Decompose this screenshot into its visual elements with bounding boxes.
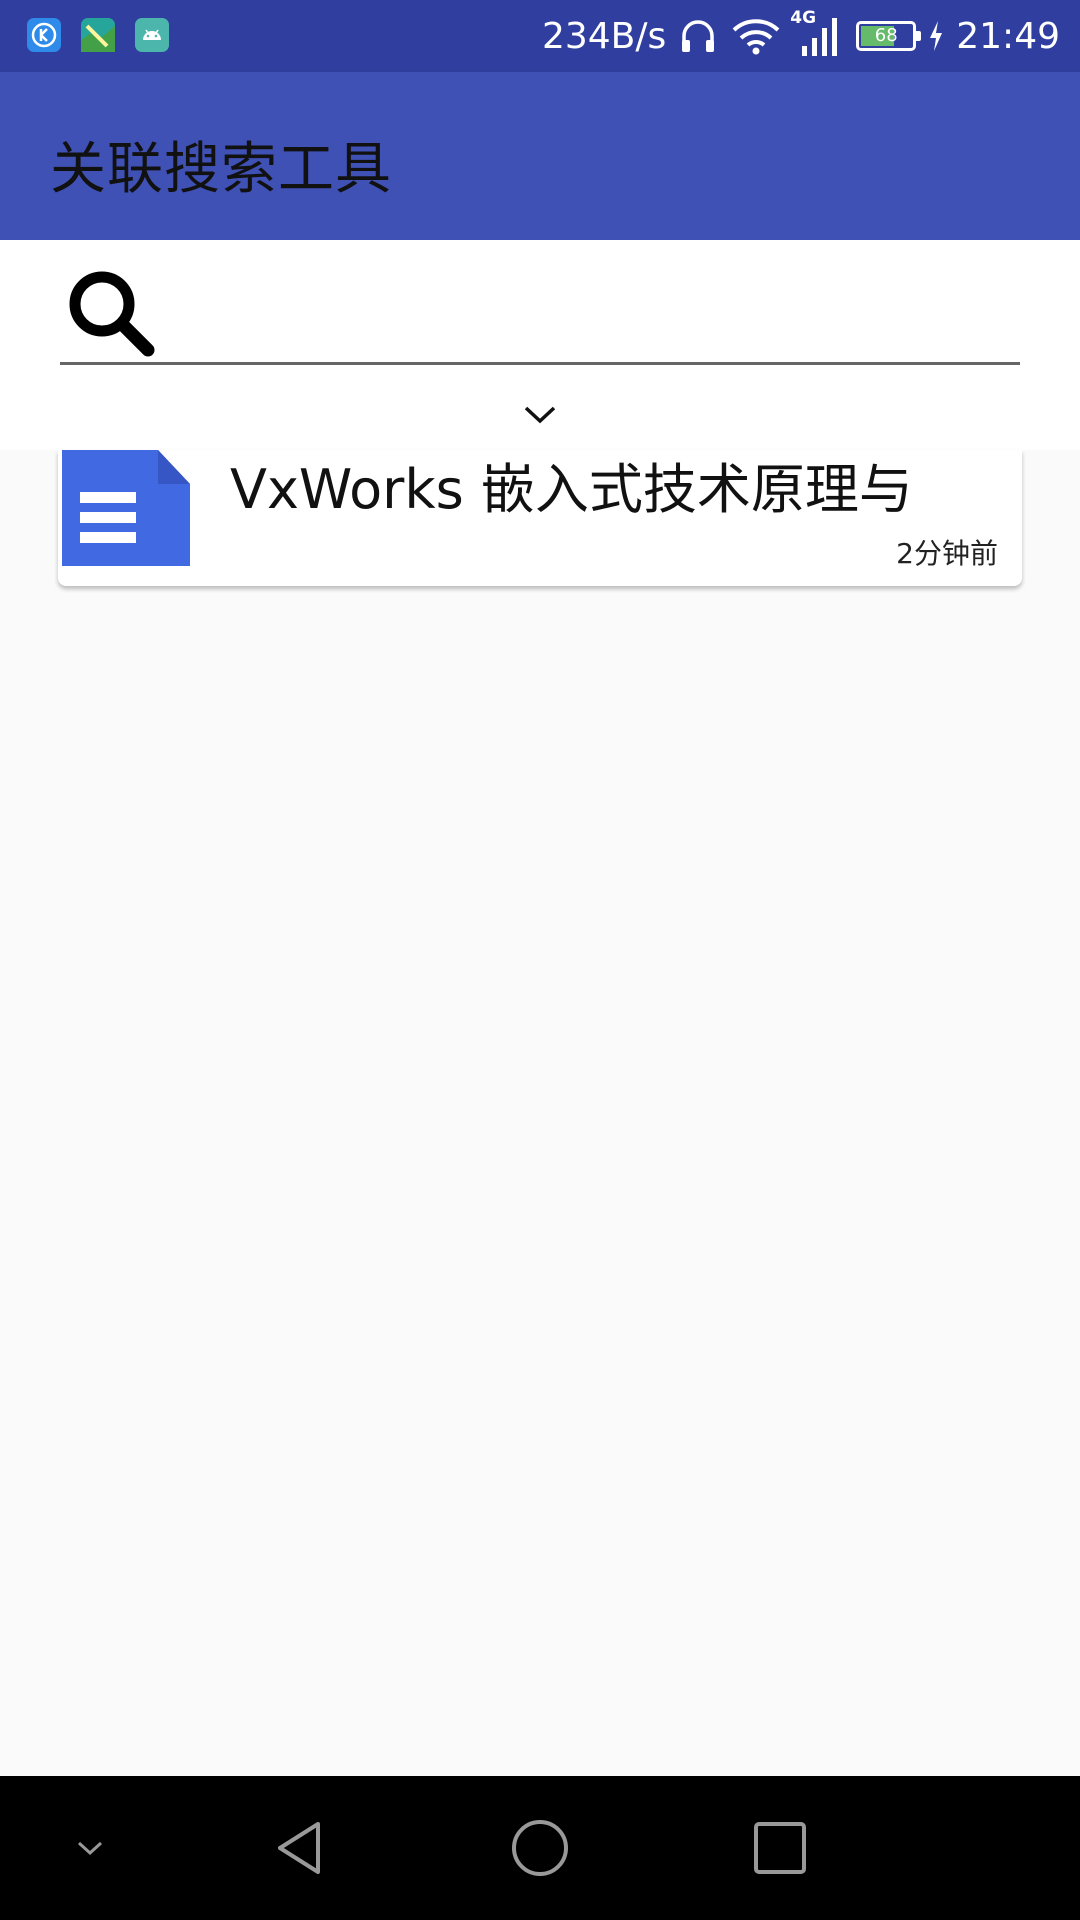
home-circle-icon: [512, 1820, 568, 1876]
search-underline: [60, 362, 1020, 365]
charging-icon: [930, 21, 943, 51]
kugou-app-icon: [27, 18, 61, 52]
battery-level-text: 68: [874, 25, 898, 46]
signal-group: 4G: [790, 8, 844, 58]
app-bar: 关联搜索工具: [0, 72, 1080, 240]
page-title: 关联搜索工具: [50, 137, 392, 202]
recents-square-icon: [754, 1822, 806, 1874]
back-button[interactable]: [250, 1776, 350, 1920]
signal-icon: [802, 18, 838, 56]
chevron-down-icon[interactable]: [522, 402, 558, 426]
wifi-icon: [732, 19, 780, 55]
back-triangle-icon: [278, 1822, 320, 1874]
android-app-icon: [135, 18, 169, 52]
home-button[interactable]: [490, 1776, 590, 1920]
chevron-down-icon: [77, 1841, 103, 1856]
hide-nav-button[interactable]: [50, 1776, 130, 1920]
document-icon: [62, 450, 190, 566]
status-bar: 234B/s 4G 68 21:49: [0, 0, 1080, 72]
maps-app-icon: [81, 18, 115, 52]
headphones-icon: [682, 20, 715, 52]
result-card[interactable]: VxWorks 嵌入式技术原理与 2分钟前: [58, 450, 1022, 586]
result-timestamp: 2分钟前: [896, 537, 998, 570]
clock-text: 21:49: [956, 15, 1060, 57]
search-input[interactable]: [160, 268, 1014, 350]
recents-button[interactable]: [730, 1776, 830, 1920]
navigation-bar: [0, 1776, 1080, 1920]
battery-icon: 68: [856, 21, 922, 51]
search-icon: [69, 271, 155, 357]
net-speed-text: 234B/s: [541, 15, 667, 57]
status-right-group: 234B/s 4G 68 21:49: [542, 0, 1060, 72]
result-title: VxWorks 嵌入式技术原理与: [230, 458, 913, 521]
